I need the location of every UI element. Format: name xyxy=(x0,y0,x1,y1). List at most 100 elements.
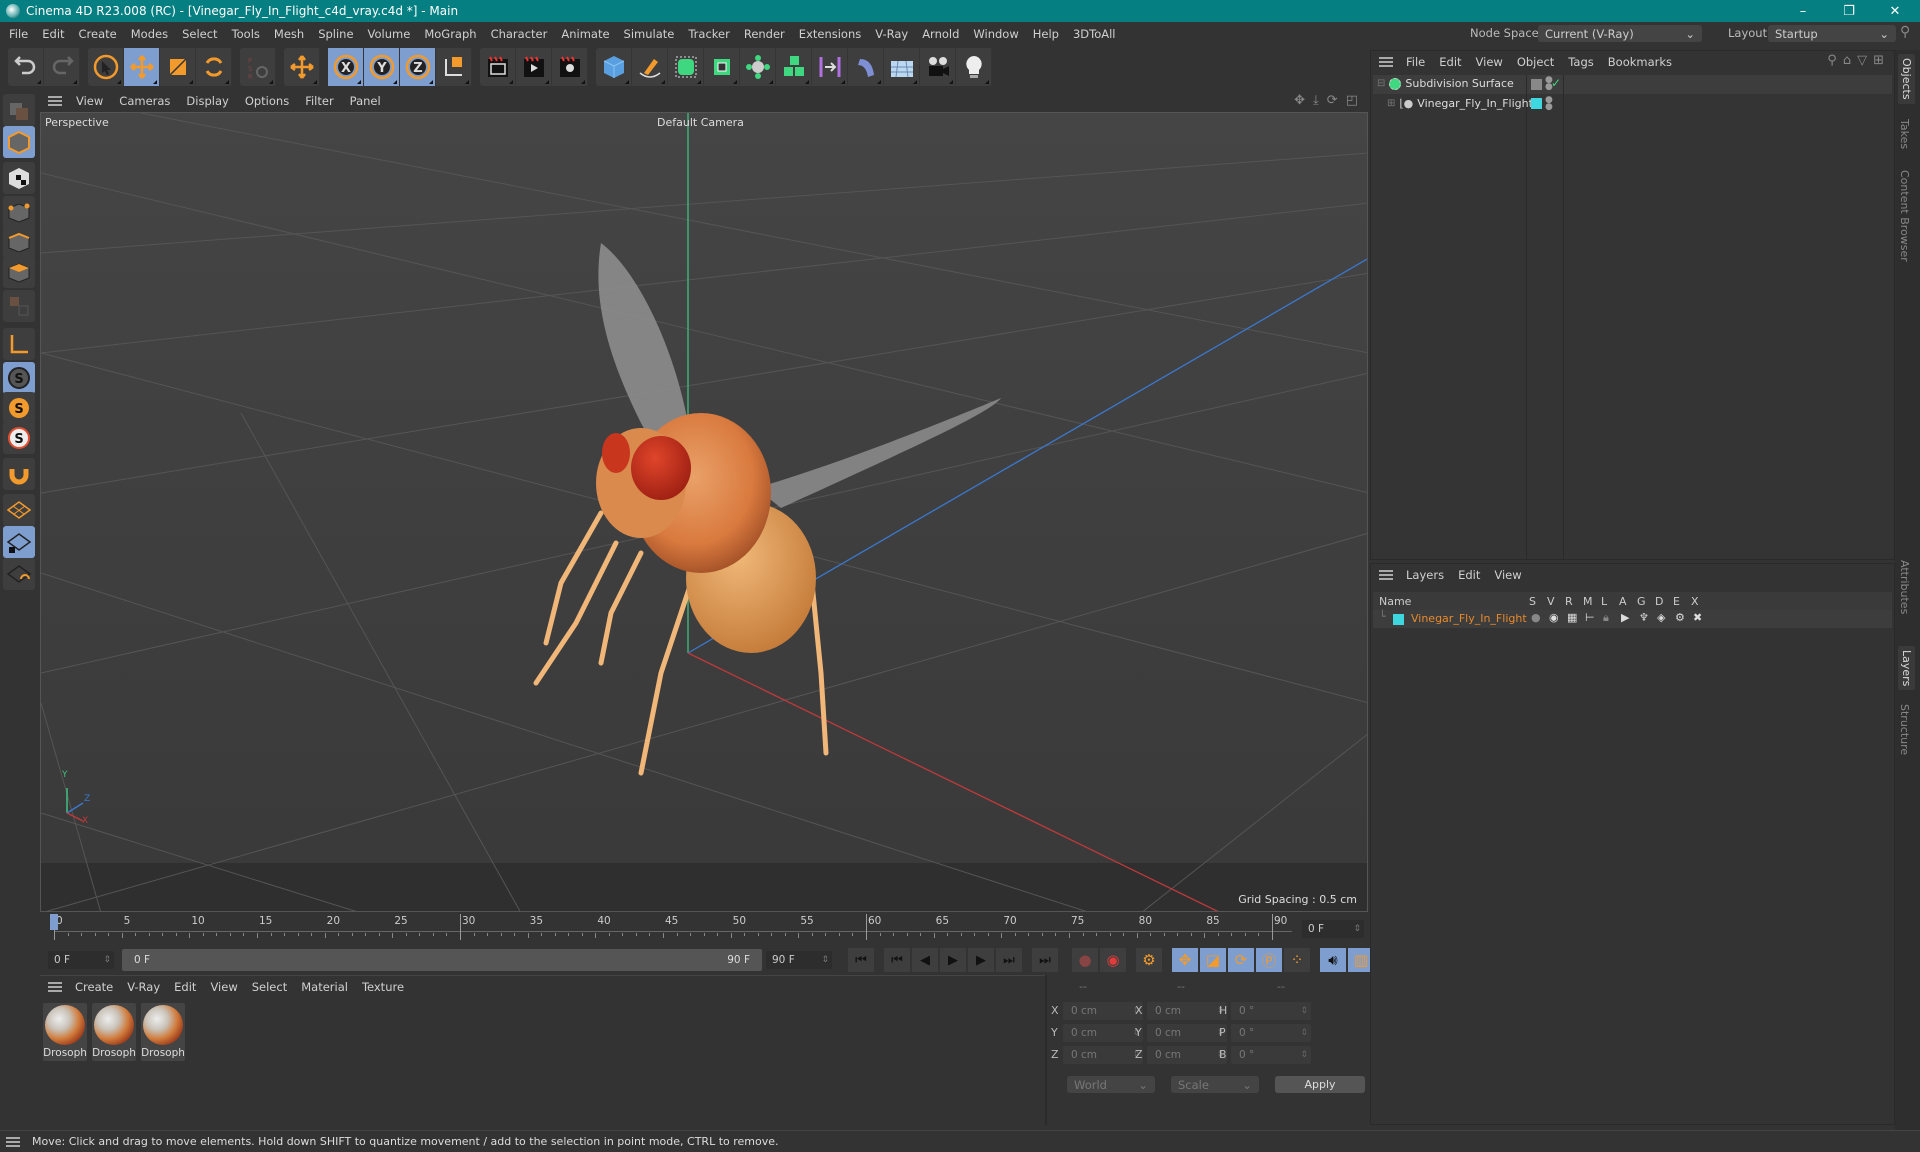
edge-mode-button[interactable] xyxy=(3,226,35,258)
layer-column-e[interactable]: E xyxy=(1673,595,1680,608)
menu-create[interactable]: Create xyxy=(72,27,124,41)
next-key-button[interactable]: ⏭ xyxy=(996,948,1022,972)
uv-mode-button[interactable] xyxy=(3,290,35,322)
layer-menu-icon[interactable] xyxy=(1379,570,1393,580)
home-icon[interactable]: ⌂ xyxy=(1843,53,1851,68)
layer-column-g[interactable]: G xyxy=(1637,595,1646,608)
search-icon[interactable]: ⚲ xyxy=(1827,53,1837,68)
go-to-start-button[interactable]: ⏮ xyxy=(848,948,874,972)
object-menu-edit[interactable]: Edit xyxy=(1432,55,1468,69)
object-menu-view[interactable]: View xyxy=(1469,55,1510,69)
viewport-menu-options[interactable]: Options xyxy=(237,94,297,108)
object-menu-object[interactable]: Object xyxy=(1510,55,1561,69)
material-menu-icon[interactable] xyxy=(48,982,62,992)
animation-icon[interactable]: ▶ xyxy=(1621,611,1636,625)
generators-icon[interactable]: ♆ xyxy=(1639,611,1654,625)
rotation-p-field[interactable]: 0 ° ⇕ xyxy=(1231,1024,1311,1042)
viewport-menu-icon[interactable] xyxy=(48,96,62,106)
viewport-menu-cameras[interactable]: Cameras xyxy=(111,94,178,108)
material-menu-material[interactable]: Material xyxy=(294,980,355,994)
extrude-button[interactable] xyxy=(704,48,740,86)
visible-render-icon[interactable]: ▦ xyxy=(1567,611,1582,625)
collapse-icon[interactable]: ⊟ xyxy=(1377,78,1385,89)
object-menu-tags[interactable]: Tags xyxy=(1561,55,1600,69)
sound-button[interactable]: 🔊︎ xyxy=(1320,948,1346,972)
keyframe-selection-button[interactable]: ⚙ xyxy=(1136,948,1162,972)
layer-column-d[interactable]: D xyxy=(1655,595,1663,608)
menu-v-ray[interactable]: V-Ray xyxy=(868,27,915,41)
viewport-menu-view[interactable]: View xyxy=(68,94,111,108)
axis-mode-button[interactable] xyxy=(3,328,35,360)
menu-mesh[interactable]: Mesh xyxy=(267,27,311,41)
object-row-subdivision-surface[interactable]: ⊟ Subdivision Surface xyxy=(1377,77,1514,90)
deformer-button[interactable] xyxy=(848,48,884,86)
previous-frame-button[interactable]: ◀ xyxy=(912,948,938,972)
x-axis-lock-button[interactable]: X xyxy=(328,48,364,86)
layer-column-l[interactable]: L xyxy=(1601,595,1607,608)
move-button[interactable] xyxy=(124,48,160,86)
tab-layers[interactable]: Layers xyxy=(1898,646,1915,691)
visibility-dots-icon[interactable]: ● ● xyxy=(1545,96,1553,112)
3d-viewport[interactable]: Perspective Default Camera Y Z X Grid Sp… xyxy=(40,112,1368,912)
tab-structure[interactable]: Structure xyxy=(1898,704,1911,755)
menu-simulate[interactable]: Simulate xyxy=(617,27,682,41)
pla-key-button[interactable]: ⁘ xyxy=(1284,948,1310,972)
menu-modes[interactable]: Modes xyxy=(124,27,175,41)
manager-icon[interactable]: ⊢ xyxy=(1585,611,1600,625)
layer-column-r[interactable]: R xyxy=(1565,595,1573,608)
planar-workplane-button[interactable] xyxy=(3,558,35,590)
current-frame-field[interactable]: 0 F xyxy=(1302,920,1364,938)
coordinate-system-button[interactable] xyxy=(436,48,472,86)
model-mode-button[interactable] xyxy=(3,126,35,158)
coordinate-mode-dropdown[interactable]: World ⌄ xyxy=(1067,1076,1155,1093)
rotation-b-field[interactable]: 0 ° ⇕ xyxy=(1231,1046,1311,1064)
menu-tools[interactable]: Tools xyxy=(225,27,267,41)
material-item[interactable]: Drosoph xyxy=(43,1003,87,1061)
menu-render[interactable]: Render xyxy=(737,27,792,41)
apply-button[interactable]: Apply xyxy=(1275,1076,1365,1093)
material-menu-v-ray[interactable]: V-Ray xyxy=(120,980,167,994)
z-axis-lock-button[interactable]: Z xyxy=(400,48,436,86)
magnet-button[interactable] xyxy=(3,458,35,490)
layer-menu-view[interactable]: View xyxy=(1487,568,1528,582)
record-keys-button[interactable]: ● xyxy=(1072,948,1098,972)
close-button[interactable]: ✕ xyxy=(1872,0,1918,22)
tab-objects[interactable]: Objects xyxy=(1898,54,1915,104)
new-view-icon[interactable]: ⊞ xyxy=(1873,53,1884,68)
layer-row[interactable]: └ Vinegar_Fly_In_Flight ● ◉ ▦ ⊢ 🔒︎ ▶ ♆ ◈… xyxy=(1373,610,1892,628)
rotation-key-button[interactable]: ⟳ xyxy=(1228,948,1254,972)
xrefs-icon[interactable]: ✖ xyxy=(1693,611,1708,625)
object-row-vinegar-fly[interactable]: ⊞ ⌊● Vinegar_Fly_In_Flight xyxy=(1387,97,1533,110)
render-view-button[interactable] xyxy=(480,48,516,86)
stepper-icon[interactable]: ⇕ xyxy=(1300,1006,1308,1016)
timeline-ruler[interactable]: 0 5 10 15 20 25 30 35 40 45 50 55 60 65 70 75 80 85 90 0 F xyxy=(40,912,1370,945)
render-settings-button[interactable] xyxy=(552,48,588,86)
node-space-dropdown[interactable]: Current (V-Ray) ⌄ xyxy=(1538,25,1702,42)
menu-select[interactable]: Select xyxy=(175,27,224,41)
menu-edit[interactable]: Edit xyxy=(35,27,71,41)
stepper-icon[interactable]: ⇕ xyxy=(1300,1050,1308,1060)
menu-extensions[interactable]: Extensions xyxy=(792,27,868,41)
viewport-menu-filter[interactable]: Filter xyxy=(297,94,341,108)
menu-mograph[interactable]: MoGraph xyxy=(417,27,483,41)
y-axis-lock-button[interactable]: Y xyxy=(364,48,400,86)
layer-column-m[interactable]: M xyxy=(1583,595,1593,608)
point-mode-button[interactable] xyxy=(3,196,35,228)
floor-button[interactable] xyxy=(884,48,920,86)
layer-menu-edit[interactable]: Edit xyxy=(1451,568,1487,582)
menu-character[interactable]: Character xyxy=(484,27,555,41)
playhead-handle[interactable] xyxy=(50,914,58,930)
locked-icon[interactable]: 🔒︎ xyxy=(1603,611,1618,625)
tab-takes[interactable]: Takes xyxy=(1898,119,1911,149)
expressions-icon[interactable]: ⚙ xyxy=(1675,611,1690,625)
viewport-menu-display[interactable]: Display xyxy=(178,94,236,108)
scale-button[interactable] xyxy=(160,48,196,86)
layer-column-a[interactable]: A xyxy=(1619,595,1627,608)
subdivision-surface-button[interactable] xyxy=(668,48,704,86)
material-menu-texture[interactable]: Texture xyxy=(355,980,411,994)
texture-mode-button[interactable] xyxy=(3,162,35,194)
layer-column-s[interactable]: S xyxy=(1529,595,1536,608)
menu-help[interactable]: Help xyxy=(1026,27,1066,41)
camera-button[interactable] xyxy=(920,48,956,86)
solo-icon[interactable]: ● xyxy=(1531,611,1546,625)
